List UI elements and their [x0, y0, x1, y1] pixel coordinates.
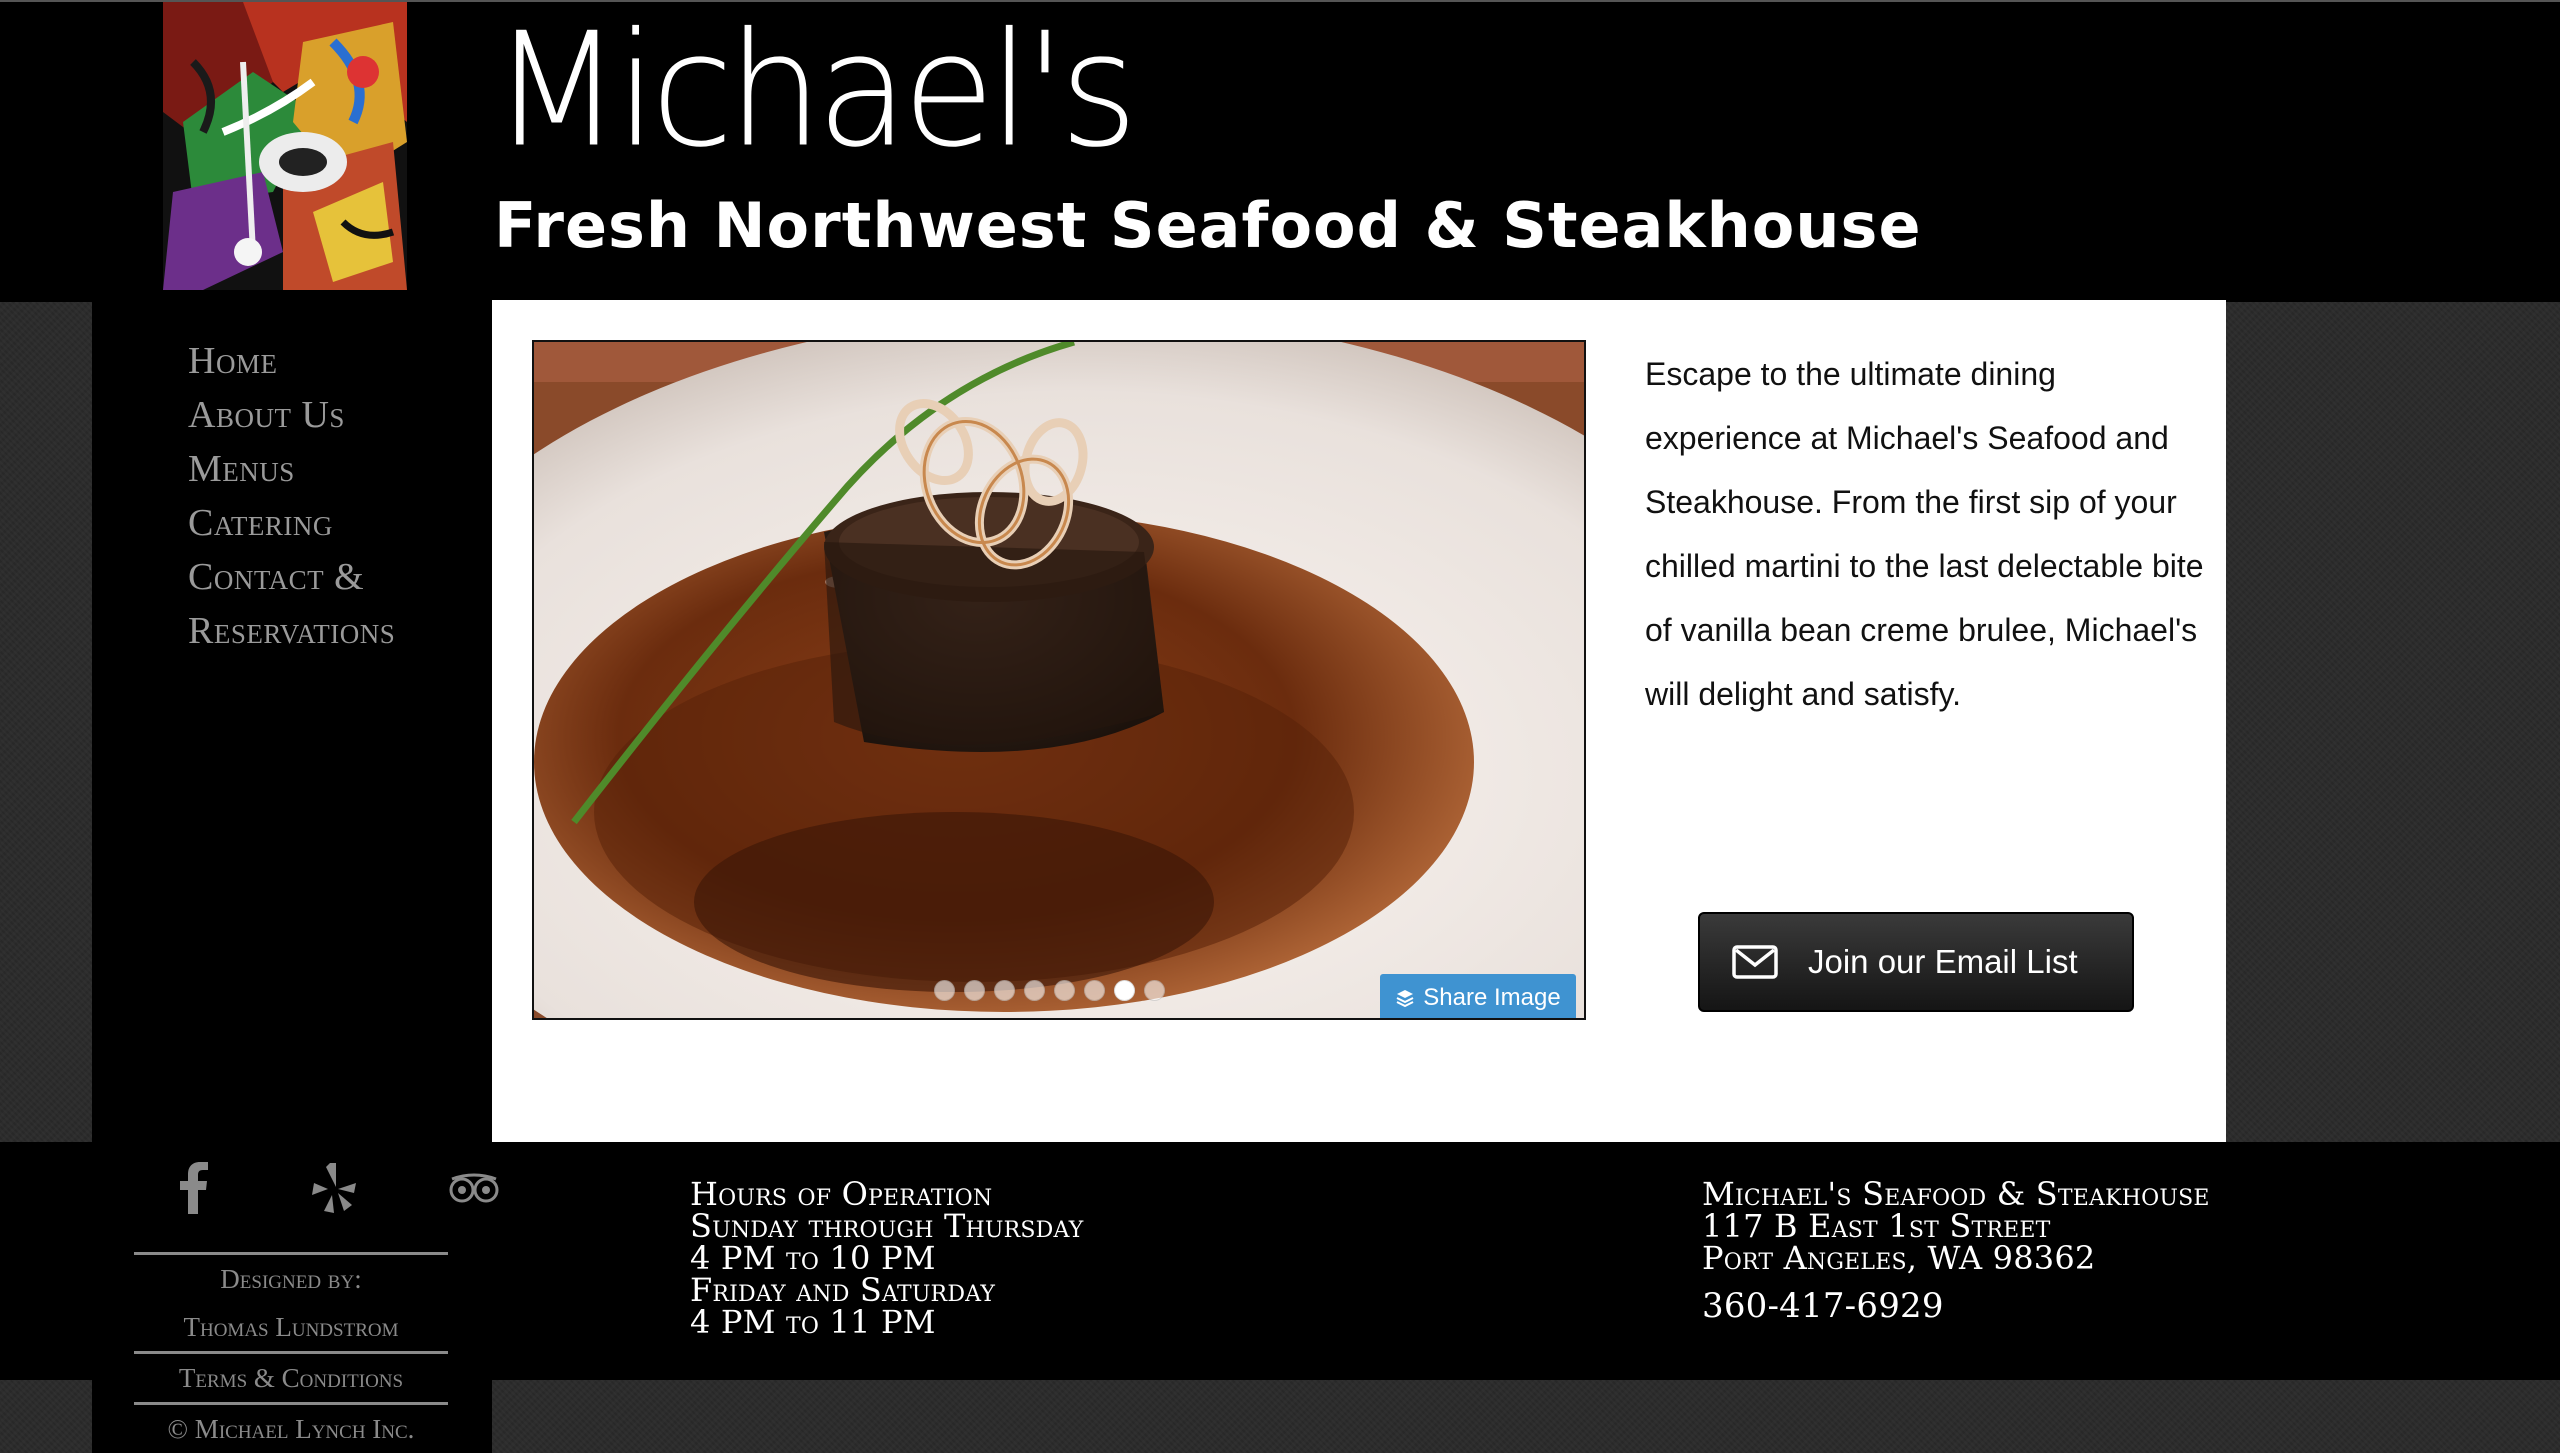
envelope-icon [1732, 945, 1778, 979]
tripadvisor-icon[interactable] [444, 1158, 504, 1218]
hours-title: Hours of Operation [690, 1175, 993, 1213]
slide-dot[interactable] [1084, 980, 1105, 1001]
nav-item-reservations[interactable]: Reservations [188, 604, 395, 658]
copyright: © Michael Lynch Inc. [167, 1414, 415, 1444]
join-email-list-label: Join our Email List [1808, 943, 2078, 980]
slide-dot[interactable] [1144, 980, 1165, 1001]
intro-text: Escape to the ultimate dining experience… [1645, 356, 2204, 712]
sidebar-footer: Designed by: Thomas Lundstrom Terms & Co… [92, 1142, 499, 1453]
slide-dot[interactable] [964, 980, 985, 1001]
nav-item-about-us[interactable]: About Us [188, 388, 395, 442]
restaurant-address: Michael's Seafood & Steakhouse 117 B Eas… [1702, 1175, 2210, 1323]
hours-line: 4 PM to 10 PM [690, 1239, 936, 1277]
street-address: 117 B East 1st Street [1702, 1207, 2051, 1245]
layers-icon [1396, 990, 1414, 1008]
hours-of-operation: Hours of Operation Sunday through Thursd… [690, 1178, 1083, 1338]
terms-link[interactable]: Terms & Conditions [134, 1354, 448, 1402]
slide-indicators [934, 980, 1165, 1001]
logo[interactable] [163, 2, 407, 290]
share-image-button[interactable]: Share Image [1380, 974, 1576, 1018]
brand-subtitle: Fresh Northwest Seafood & Steakhouse [494, 189, 1922, 262]
designed-by-label: Designed by: [220, 1264, 362, 1294]
brand-title: Michael's [492, 0, 1138, 183]
slide-dot-active[interactable] [1114, 980, 1135, 1001]
share-image-label: Share Image [1423, 984, 1561, 1011]
nav-item-menus[interactable]: Menus [188, 442, 395, 496]
header: Michael's Fresh Northwest Seafood & Stea… [0, 0, 2560, 302]
main-nav: Home About Us Menus Catering Contact & R… [188, 334, 395, 658]
hours-line: 4 PM to 11 PM [690, 1303, 936, 1341]
join-email-list-button[interactable]: Join our Email List [1698, 912, 2134, 1012]
image-slideshow[interactable]: Share Image [532, 340, 1586, 1020]
hours-line: Friday and Saturday [690, 1271, 996, 1309]
steak-dish-photo [534, 342, 1584, 1018]
slide-dot[interactable] [1054, 980, 1075, 1001]
phone-number[interactable]: 360-417-6929 [1702, 1289, 2210, 1323]
restaurant-name: Michael's Seafood & Steakhouse [1702, 1175, 2210, 1213]
slide-dot[interactable] [934, 980, 955, 1001]
main-content: Share Image Escape to the ultimate dinin… [492, 300, 2226, 1142]
designer-link[interactable]: Thomas Lundstrom [134, 1303, 448, 1351]
nav-item-catering[interactable]: Catering [188, 496, 395, 550]
yelp-icon[interactable] [304, 1158, 364, 1218]
slide-dot[interactable] [994, 980, 1015, 1001]
nav-item-contact[interactable]: Contact & [188, 550, 395, 604]
site-credits: Designed by: Thomas Lundstrom Terms & Co… [134, 1252, 448, 1453]
facebook-icon[interactable] [164, 1158, 224, 1218]
hours-line: Sunday through Thursday [690, 1207, 1084, 1245]
social-links [164, 1158, 504, 1218]
nav-item-home[interactable]: Home [188, 334, 395, 388]
city-address: Port Angeles, WA 98362 [1702, 1239, 2096, 1277]
sidebar: Home About Us Menus Catering Contact & R… [92, 300, 492, 1142]
slide-dot[interactable] [1024, 980, 1045, 1001]
